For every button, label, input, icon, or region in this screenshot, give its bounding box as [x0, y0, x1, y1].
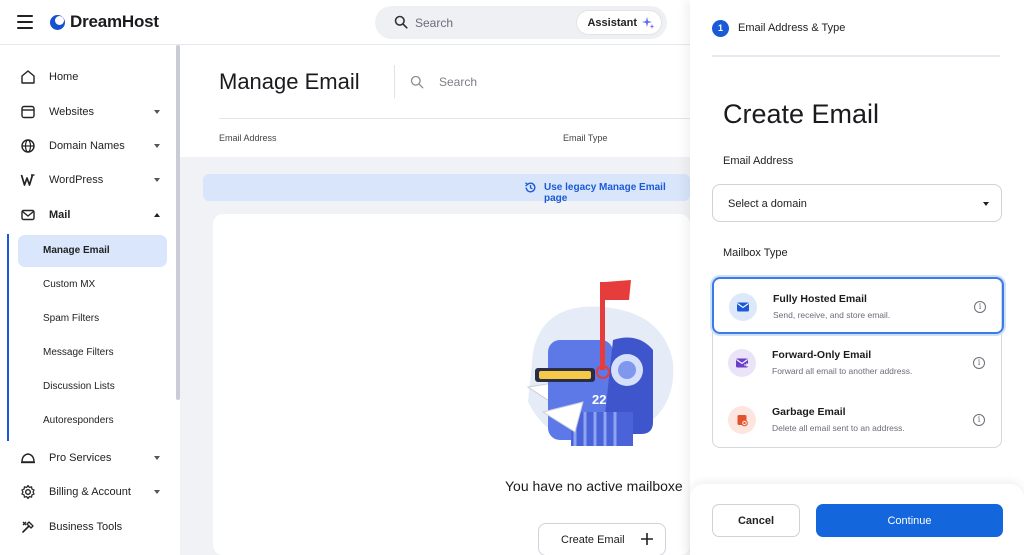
mailbox-type-fully-hosted[interactable]: Fully Hosted Email Send, receive, and st…: [712, 277, 1004, 334]
search-placeholder: Search: [415, 16, 454, 30]
mailbox-illustration: 22: [526, 280, 674, 446]
dreamhost-logo[interactable]: DreamHost: [50, 12, 159, 32]
sidebar-subitem-message-filters[interactable]: Message Filters: [18, 337, 167, 369]
tools-icon: [22, 521, 34, 533]
sidebar-item-pro-services[interactable]: Pro Services: [0, 441, 175, 475]
panel-footer: Cancel Continue: [690, 484, 1024, 555]
panel-title: Create Email: [723, 99, 880, 129]
svg-text:22: 22: [592, 392, 606, 407]
page-header: Manage Email Search Email Address Email …: [180, 45, 690, 157]
history-icon: [525, 182, 536, 193]
mailbox-type-title: Garbage Email: [772, 406, 846, 418]
page-title: Manage Email: [219, 69, 360, 94]
search-icon[interactable]: [410, 75, 424, 89]
envelope-icon: [729, 293, 757, 321]
globe-icon: [21, 139, 35, 153]
column-header-email-address[interactable]: Email Address: [219, 133, 277, 143]
search-icon: [394, 15, 408, 29]
mailbox-type-title: Fully Hosted Email: [773, 293, 867, 305]
empty-state-card: 22 You have no active mailboxe Create Em…: [213, 214, 690, 555]
mail-submenu-rail: [7, 234, 9, 441]
chevron-down-icon: [154, 490, 160, 494]
table-header-divider: [219, 118, 690, 119]
email-search-input[interactable]: Search: [439, 75, 477, 89]
sidebar-subitem-custom-mx[interactable]: Custom MX: [18, 269, 167, 301]
sidebar-subitem-spam-filters[interactable]: Spam Filters: [18, 303, 167, 335]
sidebar-item-label: Billing & Account: [49, 486, 131, 498]
gear-icon: [21, 484, 35, 500]
mailbox-type-description: Send, receive, and store email.: [773, 310, 891, 320]
mailbox-type-forward-only[interactable]: Forward-Only Email Forward all email to …: [713, 335, 1003, 392]
sidebar-subitem-autoresponders[interactable]: Autoresponders: [18, 405, 167, 437]
email-address-label: Email Address: [723, 155, 794, 167]
mailbox-type-garbage[interactable]: Garbage Email Delete all email sent to a…: [713, 392, 1003, 449]
mail-icon: [21, 209, 35, 221]
mailbox-type-description: Forward all email to another address.: [772, 366, 913, 376]
top-bar: DreamHost Search Assistant: [0, 0, 690, 45]
global-search[interactable]: Search Assistant: [375, 6, 667, 39]
forward-envelope-icon: [728, 349, 756, 377]
chevron-down-icon: [983, 202, 989, 206]
wordpress-icon: [20, 174, 35, 186]
mailbox-type-description: Delete all email sent to an address.: [772, 423, 905, 433]
sidebar-item-wordpress[interactable]: WordPress: [0, 163, 175, 197]
menu-icon[interactable]: [17, 15, 33, 29]
continue-button[interactable]: Continue: [816, 504, 1003, 537]
plus-icon: [641, 533, 653, 545]
sparkle-icon: [642, 17, 655, 29]
logo-mark-icon: [50, 14, 65, 30]
home-icon: [21, 70, 35, 84]
legacy-link[interactable]: Use legacy Manage Email page: [544, 182, 690, 204]
sidebar-item-label: Pro Services: [49, 452, 112, 464]
step-label: Email Address & Type: [738, 22, 846, 34]
sidebar: Home Websites Domain Names WordPress Mai…: [0, 45, 180, 555]
create-email-label: Create Email: [561, 534, 625, 546]
main-content: Manage Email Search Email Address Email …: [180, 45, 690, 555]
sidebar-item-label: Domain Names: [49, 140, 125, 152]
step-divider: [712, 55, 1000, 57]
cancel-button[interactable]: Cancel: [712, 504, 800, 537]
sidebar-item-label: Home: [49, 71, 79, 83]
chevron-down-icon: [154, 110, 160, 114]
create-email-button[interactable]: Create Email: [538, 523, 666, 555]
sidebar-item-business-tools[interactable]: Business Tools: [0, 510, 175, 544]
trash-mail-icon: [728, 406, 756, 434]
mailbox-type-label: Mailbox Type: [723, 247, 788, 259]
mailbox-type-group: Fully Hosted Email Send, receive, and st…: [712, 277, 1004, 449]
info-icon[interactable]: i: [973, 414, 985, 426]
window-icon: [21, 105, 35, 119]
brand-name: DreamHost: [70, 12, 159, 31]
sidebar-item-domain-names[interactable]: Domain Names: [0, 129, 175, 163]
info-icon[interactable]: i: [974, 301, 986, 313]
sidebar-subitem-manage-email[interactable]: Manage Email: [18, 235, 167, 267]
sidebar-item-home[interactable]: Home: [0, 60, 175, 94]
chevron-down-icon: [154, 144, 160, 148]
sidebar-subitem-discussion-lists[interactable]: Discussion Lists: [18, 371, 167, 403]
domain-select-value: Select a domain: [728, 198, 807, 210]
column-header-email-type[interactable]: Email Type: [563, 133, 607, 143]
sidebar-item-label: Business Tools: [49, 521, 123, 533]
chevron-down-icon: [154, 178, 160, 182]
chevron-down-icon: [154, 456, 160, 460]
info-icon[interactable]: i: [973, 357, 985, 369]
sidebar-item-mail[interactable]: Mail: [0, 198, 175, 232]
hard-hat-icon: [21, 453, 35, 464]
sidebar-item-label: Mail: [49, 209, 71, 221]
create-email-panel: 1 Email Address & Type Create Email Emai…: [690, 0, 1024, 555]
sidebar-item-label: Websites: [49, 106, 95, 118]
assistant-label: Assistant: [587, 17, 637, 29]
domain-select[interactable]: Select a domain: [712, 184, 1002, 222]
step-indicator: 1: [712, 20, 729, 37]
chevron-up-icon: [154, 213, 160, 217]
sidebar-item-websites[interactable]: Websites: [0, 95, 175, 129]
assistant-button[interactable]: Assistant: [576, 10, 662, 35]
sidebar-item-billing-account[interactable]: Billing & Account: [0, 475, 175, 509]
sidebar-item-label: WordPress: [49, 174, 104, 186]
header-divider: [394, 65, 395, 98]
mailbox-type-title: Forward-Only Email: [772, 349, 872, 361]
empty-state-message: You have no active mailboxe: [505, 478, 683, 494]
legacy-banner: Use legacy Manage Email page: [203, 174, 690, 204]
